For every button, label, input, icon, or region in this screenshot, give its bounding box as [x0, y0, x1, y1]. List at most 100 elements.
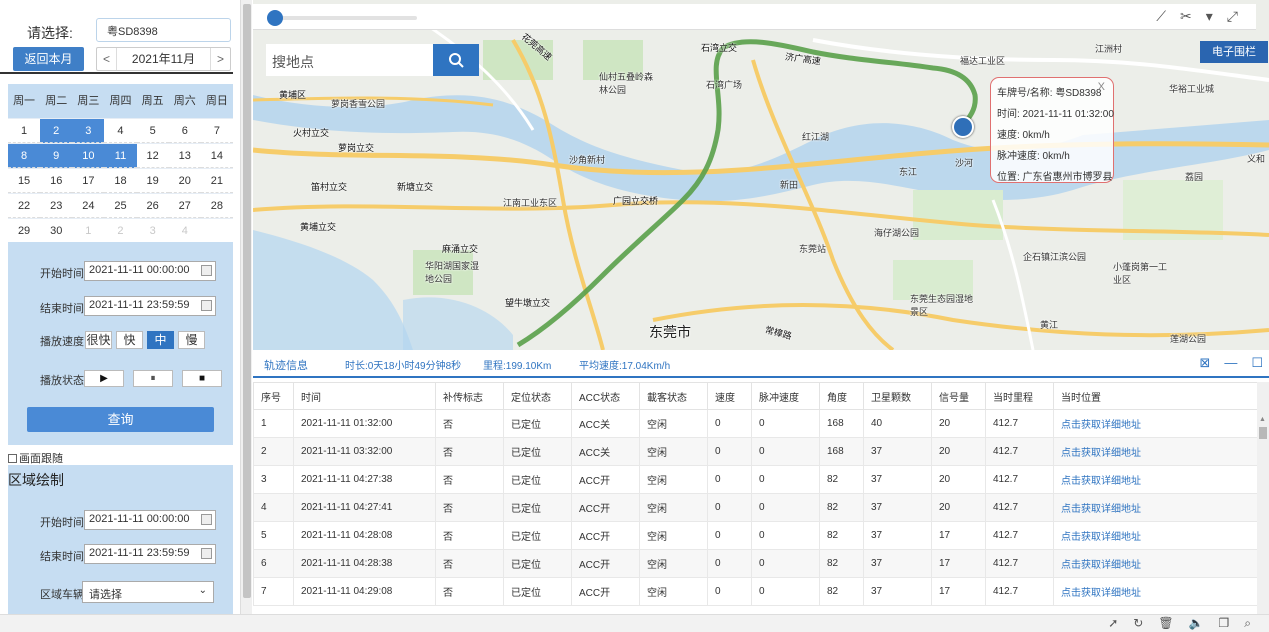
maximize-icon[interactable]: ☐ — [1251, 355, 1263, 371]
get-address-link[interactable]: 点击获取详细地址 — [1053, 549, 1258, 578]
column-header[interactable]: 載客状态 — [639, 382, 708, 410]
get-address-link[interactable]: 点击获取详细地址 — [1053, 521, 1258, 550]
calendar-day[interactable]: 22 — [8, 194, 41, 218]
search-icon[interactable]: ⌕ — [1244, 616, 1251, 631]
calendar-day[interactable]: 24 — [72, 194, 105, 218]
column-header[interactable]: 角度 — [819, 382, 864, 410]
vehicle-marker-icon[interactable] — [952, 116, 974, 138]
end-time-input[interactable]: 2021-11-11 23:59:59 — [84, 296, 216, 316]
table-row[interactable]: 2 2021-11-11 03:32:00 否已定位 ACC关 空闲 0 0 168 37 20 4… — [253, 437, 1258, 466]
column-header[interactable]: 脉冲速度 — [751, 382, 820, 410]
get-address-link[interactable]: 点击获取详细地址 — [1053, 465, 1258, 494]
map-search-input[interactable]: 搜地点 — [266, 44, 435, 76]
calendar-day[interactable]: 23 — [40, 194, 73, 218]
calendar-icon[interactable] — [201, 265, 212, 276]
calendar-day[interactable]: 7 — [200, 119, 233, 143]
area-start-input[interactable]: 2021-11-11 00:00:00 — [84, 510, 216, 530]
column-header[interactable]: 卫星颗数 — [863, 382, 932, 410]
table-row[interactable]: 3 2021-11-11 04:27:38 否已定位 ACC开 空闲 0 0 82 37 20 41… — [253, 465, 1258, 494]
calendar-day[interactable]: 3 — [72, 119, 105, 143]
follow-checkbox[interactable] — [8, 453, 17, 463]
close-icon[interactable]: X — [1098, 81, 1105, 93]
table-row[interactable]: 5 2021-11-11 04:28:08 否已定位 ACC开 空闲 0 0 82 37 17 41… — [253, 521, 1258, 550]
column-header[interactable]: 补传标志 — [435, 382, 504, 410]
minimize-icon[interactable]: — — [1224, 355, 1237, 371]
vehicle-input[interactable]: 粤SD8398 — [96, 18, 231, 42]
playback-slider-thumb[interactable] — [267, 10, 283, 26]
query-button[interactable]: 查询 — [27, 407, 214, 432]
play-button[interactable]: ▶ — [84, 370, 124, 387]
follow-checkbox-row[interactable]: 画面跟随 — [8, 451, 63, 465]
left-scrollbar[interactable] — [240, 0, 252, 614]
left-scrollbar-thumb[interactable] — [243, 4, 251, 598]
dropdown-icon[interactable]: ▾ — [1206, 8, 1213, 25]
map-search-button[interactable] — [433, 44, 479, 76]
pause-button[interactable]: ⏸ — [133, 370, 173, 387]
table-row[interactable]: 7 2021-11-11 04:29:08 否已定位 ACC开 空闲 0 0 82 37 17 41… — [253, 577, 1258, 606]
column-header[interactable]: ACC状态 — [571, 382, 640, 410]
fullscreen-icon[interactable]: ⤢ — [1227, 8, 1238, 25]
table-scrollbar[interactable]: ▲ — [1257, 382, 1269, 614]
speed-button[interactable]: 快 — [116, 331, 143, 349]
calendar-day[interactable]: 16 — [40, 169, 73, 193]
start-time-input[interactable]: 2021-11-11 00:00:00 — [84, 261, 216, 281]
calendar-day[interactable]: 13 — [168, 144, 201, 168]
calendar-day[interactable]: 2 — [104, 219, 137, 243]
calendar-day[interactable]: 9 — [40, 144, 73, 168]
calendar-day[interactable]: 28 — [200, 194, 233, 218]
calendar-day[interactable]: 29 — [8, 219, 41, 243]
column-header[interactable]: 定位状态 — [503, 382, 572, 410]
ruler-icon[interactable]: ⟋ — [1156, 8, 1166, 25]
map-view[interactable]: 黄埔区 萝岗香雪公园 火村立交 萝岗立交 笛村立交 新塘立交 黄埔立交 麻涌立交… — [253, 0, 1269, 350]
calendar-icon[interactable] — [201, 548, 212, 559]
column-header[interactable]: 当时位置 — [1053, 382, 1258, 410]
calendar-day[interactable]: 8 — [8, 144, 41, 168]
calendar-day[interactable]: 20 — [168, 169, 201, 193]
calendar-day[interactable]: 1 — [72, 219, 105, 243]
calendar-day[interactable]: 4 — [168, 219, 201, 243]
get-address-link[interactable]: 点击获取详细地址 — [1053, 577, 1258, 606]
stop-button[interactable]: ■ — [182, 370, 222, 387]
calendar-day[interactable]: 1 — [8, 119, 41, 143]
refresh-icon[interactable]: ↻ — [1133, 616, 1143, 631]
calendar-day[interactable]: 14 — [200, 144, 233, 168]
table-scrollbar-thumb[interactable] — [1259, 427, 1267, 439]
area-end-input[interactable]: 2021-11-11 23:59:59 — [84, 544, 216, 564]
calendar-icon[interactable] — [201, 300, 212, 311]
calendar-day[interactable]: 10 — [72, 144, 105, 168]
export-excel-icon[interactable]: ⊠ — [1199, 355, 1210, 371]
calendar-day[interactable]: 25 — [104, 194, 137, 218]
rocket-icon[interactable]: ➚ — [1108, 616, 1118, 631]
column-header[interactable]: 信号量 — [931, 382, 986, 410]
calendar-day[interactable]: 30 — [40, 219, 73, 243]
next-month-button[interactable]: > — [210, 48, 230, 70]
calendar-day[interactable]: 26 — [136, 194, 169, 218]
calendar-day[interactable]: 4 — [104, 119, 137, 143]
sound-icon[interactable]: 🔈 — [1189, 616, 1204, 631]
calendar-day[interactable]: 5 — [136, 119, 169, 143]
electronic-fence-button[interactable]: 电子围栏 — [1200, 41, 1268, 63]
table-row[interactable]: 1 2021-11-11 01:32:00 否已定位 ACC关 空闲 0 0 168 40 20 4… — [253, 409, 1258, 438]
calendar-day[interactable]: 19 — [136, 169, 169, 193]
speed-button[interactable]: 很快 — [85, 331, 112, 349]
calendar-day[interactable]: 12 — [136, 144, 169, 168]
calendar-day[interactable]: 15 — [8, 169, 41, 193]
table-row[interactable]: 6 2021-11-11 04:28:38 否已定位 ACC开 空闲 0 0 82 37 17 41… — [253, 549, 1258, 578]
tab-track-info[interactable]: 轨迹信息 — [264, 357, 308, 373]
get-address-link[interactable]: 点击获取详细地址 — [1053, 493, 1258, 522]
calendar-day[interactable]: 2 — [40, 119, 73, 143]
calendar-day[interactable]: 3 — [136, 219, 169, 243]
scroll-up-icon[interactable]: ▲ — [1259, 416, 1266, 423]
area-vehicle-select[interactable]: 请选择 ⌄ — [82, 581, 214, 603]
get-address-link[interactable]: 点击获取详细地址 — [1053, 437, 1258, 466]
speed-button[interactable]: 慢 — [178, 331, 205, 349]
window-icon[interactable]: ❐ — [1219, 616, 1230, 631]
calendar-day[interactable]: 6 — [168, 119, 201, 143]
table-row[interactable]: 4 2021-11-11 04:27:41 否已定位 ACC开 空闲 0 0 82 37 20 41… — [253, 493, 1258, 522]
column-header[interactable]: 序号 — [253, 382, 294, 410]
calendar-day[interactable]: 27 — [168, 194, 201, 218]
back-to-current-month-button[interactable]: 返回本月 — [13, 47, 84, 71]
calendar-icon[interactable] — [201, 514, 212, 525]
speed-button[interactable]: 中 — [147, 331, 174, 349]
calendar-day[interactable]: 21 — [200, 169, 233, 193]
